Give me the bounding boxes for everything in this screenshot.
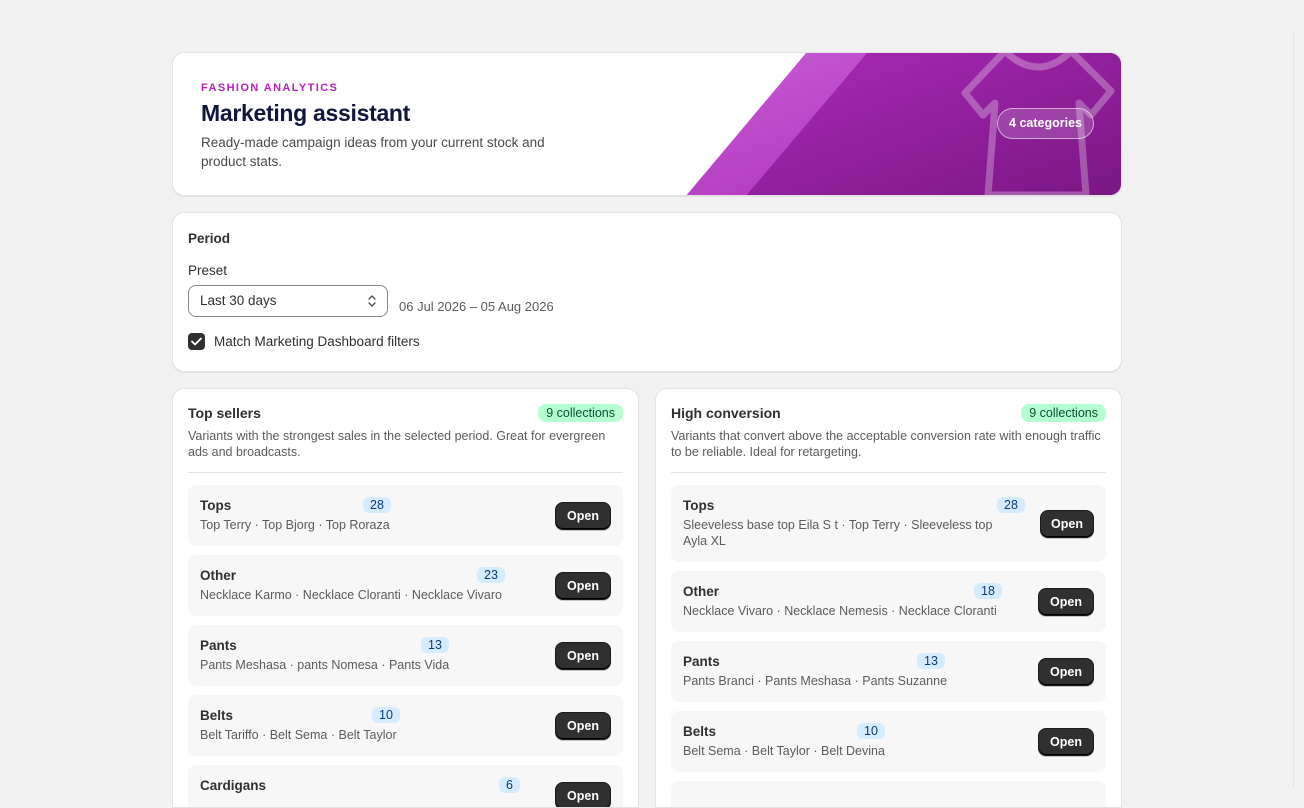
collection-count: 28 (363, 497, 391, 513)
open-button[interactable]: Open (1038, 658, 1094, 686)
collection-title: Pants (683, 654, 1094, 669)
open-button[interactable]: Open (555, 712, 611, 740)
list-item: Belts 10 Belt Tariffo · Belt Sema · Belt… (188, 695, 623, 756)
top-sellers-description: Variants with the strongest sales in the… (188, 428, 623, 460)
list-item (671, 781, 1106, 808)
match-filters-checkbox[interactable] (188, 333, 205, 350)
collection-products: Pants Meshasa · pants Nomesa · Pants Vid… (200, 657, 611, 673)
match-filters-label[interactable]: Match Marketing Dashboard filters (214, 334, 420, 349)
collection-products: Sleeveless base top Eila S t · Top Terry… (683, 517, 1094, 549)
collection-products: Necklace Vivaro · Necklace Nemesis · Nec… (683, 603, 1094, 619)
list-item: Tops 28 Sleeveless base top Eila S t · T… (671, 485, 1106, 562)
high-conversion-description: Variants that convert above the acceptab… (671, 428, 1106, 460)
collection-count: 18 (974, 583, 1002, 599)
hero-subtitle: Ready-made campaign ideas from your curr… (201, 133, 581, 171)
divider (671, 472, 1106, 473)
page-title: Marketing assistant (201, 100, 601, 127)
preset-label: Preset (188, 263, 1106, 278)
collection-count: 28 (997, 497, 1025, 513)
hero-banner: FASHION ANALYTICS Marketing assistant Re… (172, 52, 1122, 196)
list-item: Pants 13 Pants Meshasa · pants Nomesa · … (188, 625, 623, 686)
top-sellers-title: Top sellers (188, 405, 261, 421)
high-conversion-title: High conversion (671, 405, 781, 421)
high-conversion-list: Tops 28 Sleeveless base top Eila S t · T… (671, 485, 1106, 808)
collection-title: Tops (683, 498, 1094, 513)
checkmark-icon (191, 337, 202, 346)
open-button[interactable]: Open (555, 502, 611, 530)
collection-title: Other (683, 584, 1094, 599)
open-button[interactable]: Open (1038, 728, 1094, 756)
select-chevron-icon (367, 294, 377, 308)
collection-products: Belt Tariffo · Belt Sema · Belt Taylor (200, 727, 611, 743)
hero-eyebrow: FASHION ANALYTICS (201, 82, 601, 94)
list-item: Other 23 Necklace Karmo · Necklace Clora… (188, 555, 623, 616)
collection-title: Belts (200, 708, 611, 723)
open-button[interactable]: Open (1040, 510, 1094, 538)
categories-badge: 4 categories (997, 108, 1094, 139)
collection-title: Cardigans (200, 778, 611, 793)
hero-text: FASHION ANALYTICS Marketing assistant Re… (201, 82, 601, 171)
collection-title: Tops (200, 498, 611, 513)
period-heading: Period (188, 231, 1106, 246)
collection-products: Belt Sema · Belt Taylor · Belt Devina (683, 743, 1094, 759)
collection-title: Pants (200, 638, 611, 653)
collection-products: Pants Branci · Pants Meshasa · Pants Suz… (683, 673, 1094, 689)
preset-select[interactable]: Last 30 days (188, 285, 388, 317)
collection-count: 13 (421, 637, 449, 653)
divider (188, 472, 623, 473)
collection-count: 10 (857, 723, 885, 739)
collection-products: Top Terry · Top Bjorg · Top Roraza (200, 517, 611, 533)
open-button[interactable]: Open (1038, 588, 1094, 616)
collection-count: 10 (372, 707, 400, 723)
period-card: Period Preset Last 30 days 06 Jul 2026 –… (172, 212, 1122, 372)
list-item: Belts 10 Belt Sema · Belt Taylor · Belt … (671, 711, 1106, 772)
open-button[interactable]: Open (555, 642, 611, 670)
collection-count: 23 (477, 567, 505, 583)
top-sellers-card: Top sellers 9 collections Variants with … (172, 388, 639, 808)
top-sellers-badge: 9 collections (538, 404, 623, 422)
list-item: Pants 13 Pants Branci · Pants Meshasa · … (671, 641, 1106, 702)
page-content: FASHION ANALYTICS Marketing assistant Re… (172, 52, 1122, 196)
page-scrollbar[interactable] (1293, 32, 1294, 787)
open-button[interactable]: Open (555, 572, 611, 600)
list-item: Other 18 Necklace Vivaro · Necklace Neme… (671, 571, 1106, 632)
collection-products: Necklace Karmo · Necklace Cloranti · Nec… (200, 587, 611, 603)
high-conversion-card: High conversion 9 collections Variants t… (655, 388, 1122, 808)
open-button[interactable]: Open (555, 782, 611, 808)
list-item: Tops 28 Top Terry · Top Bjorg · Top Rora… (188, 485, 623, 546)
preset-select-value: Last 30 days (200, 293, 277, 308)
collection-count: 13 (917, 653, 945, 669)
collection-title: Belts (683, 724, 1094, 739)
top-sellers-list: Tops 28 Top Terry · Top Bjorg · Top Rora… (188, 485, 623, 808)
date-range: 06 Jul 2026 – 05 Aug 2026 (399, 299, 554, 314)
collection-title: Other (200, 568, 611, 583)
collection-count: 6 (499, 777, 520, 793)
high-conversion-badge: 9 collections (1021, 404, 1106, 422)
